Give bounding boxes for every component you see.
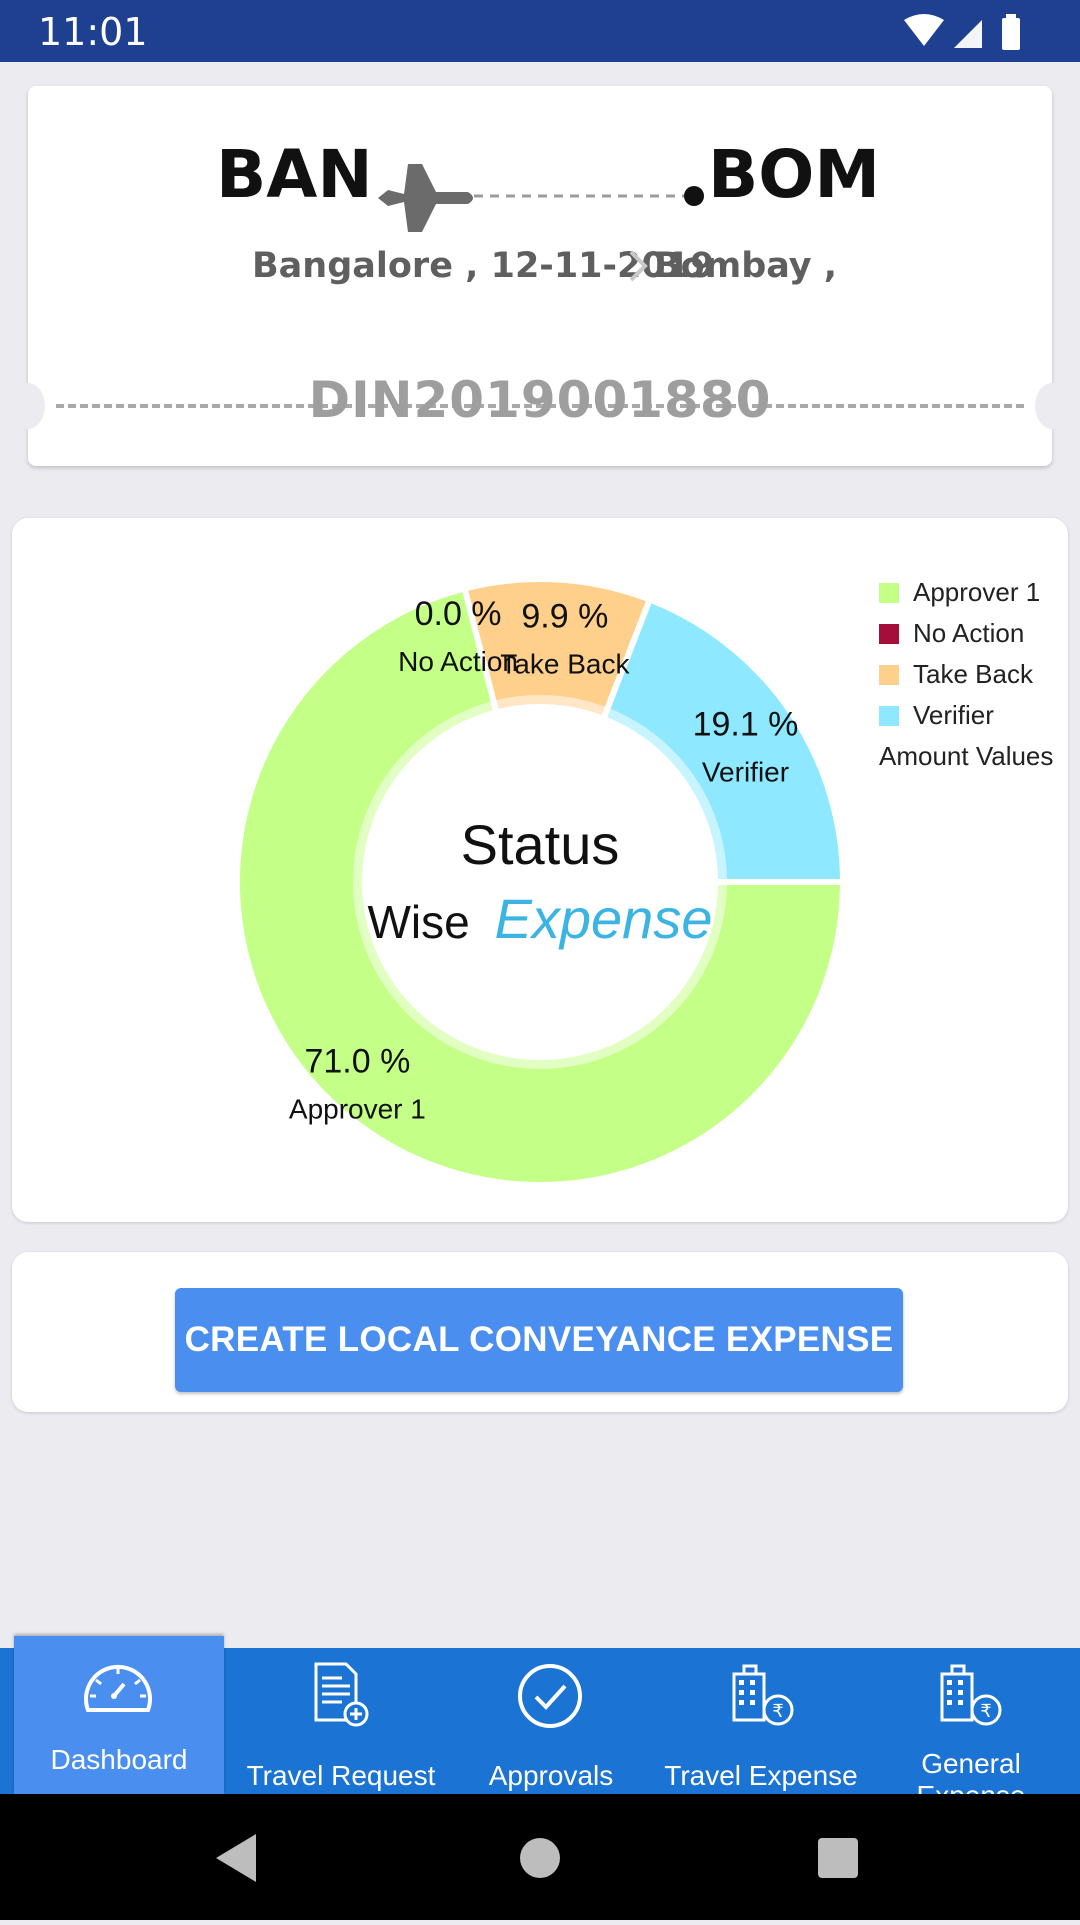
system-navigation-bar: [0, 1794, 1080, 1920]
origin-code: BAN: [216, 136, 373, 213]
nav-label-general-expense: General Expense: [917, 1748, 1026, 1794]
bottom-navigation: Dashboard Travel Request Approvals ₹ Tra…: [0, 1636, 1080, 1794]
chevron-right-icon: [629, 250, 648, 282]
nav-label-approvals: Approvals: [488, 1760, 614, 1791]
nav-label-dashboard: Dashboard: [50, 1744, 188, 1775]
nav-label-travel-request: Travel Request: [246, 1760, 436, 1791]
home-icon[interactable]: [520, 1838, 560, 1878]
nav-item-general-expense[interactable]: ₹ General Expense: [878, 1648, 1064, 1794]
destination-dot: [684, 186, 704, 206]
route-line: [378, 164, 704, 232]
action-card: CREATE LOCAL CONVEYANCE EXPENSE: [12, 1252, 1068, 1412]
status-icons: [904, 14, 1020, 50]
building-rupee-icon: ₹: [940, 1664, 1002, 1726]
trip-ticket-card[interactable]: BAN BOM Bangalore , 12-11-2019 Bombay , …: [11, 86, 1069, 466]
nav-item-approvals[interactable]: Approvals: [458, 1648, 644, 1794]
create-local-conveyance-expense-button[interactable]: CREATE LOCAL CONVEYANCE EXPENSE: [175, 1288, 903, 1392]
slice-label-take-back: Take Back: [500, 648, 630, 679]
donut-inner-ring: [353, 695, 727, 1069]
center-title: Status: [461, 813, 620, 876]
legend-label: No Action: [913, 618, 1025, 648]
recents-icon[interactable]: [818, 1838, 858, 1878]
center-subtitle-accent: Expense: [495, 887, 713, 950]
legend-swatch: [879, 665, 899, 685]
status-bar: 11:01: [0, 0, 1080, 62]
slice-value-verifier: 19.1 %: [693, 705, 799, 743]
destination-detail: Bombay ,: [654, 246, 838, 286]
building-rupee-icon: ₹: [732, 1664, 794, 1726]
status-wise-expense-chart-card: 71.0 % Approver 1 0.0 % No Action 9.9 % Take …: [12, 518, 1068, 1222]
slice-label-approver-1: Approver 1: [289, 1094, 426, 1125]
back-icon[interactable]: [216, 1834, 256, 1882]
route-row: BAN BOM: [28, 136, 1052, 236]
nav-item-dashboard[interactable]: Dashboard: [14, 1636, 224, 1794]
speedometer-icon: [84, 1664, 152, 1712]
check-circle-icon: [518, 1664, 582, 1728]
svg-text:₹: ₹: [772, 1701, 783, 1722]
status-time: 11:01: [38, 10, 148, 54]
slice-label-verifier: Verifier: [702, 756, 789, 787]
battery-icon: [1002, 18, 1020, 50]
svg-text:₹: ₹: [980, 1701, 991, 1722]
nav-label-travel-expense: Travel Expense: [664, 1760, 858, 1791]
destination-code: BOM: [708, 136, 881, 213]
center-subtitle-prefix: Wise: [368, 896, 470, 948]
slice-value-no-action: 0.0 %: [415, 595, 502, 633]
legend-swatch: [879, 706, 899, 726]
nav-item-travel-request[interactable]: Travel Request: [224, 1648, 458, 1794]
document-add-icon: [314, 1662, 369, 1727]
document-number: DIN2019001880: [308, 371, 772, 429]
wifi-icon: [904, 14, 944, 46]
airplane-icon: [378, 164, 473, 232]
nav-item-travel-expense[interactable]: ₹ Travel Expense: [644, 1648, 878, 1794]
legend-swatch: [879, 583, 899, 603]
legend-description: Amount Values: [879, 741, 1054, 771]
slice-value-take-back: 9.9 %: [521, 597, 608, 635]
slice-value-approver-1: 71.0 %: [304, 1043, 410, 1081]
signal-icon: [954, 20, 982, 48]
legend-label: Verifier: [913, 700, 994, 730]
legend-swatch: [879, 624, 899, 644]
legend-label: Take Back: [913, 659, 1033, 689]
legend-label: Approver 1: [913, 577, 1041, 607]
svg-text:Wise Expense: Wise Expense: [368, 887, 713, 950]
donut-chart[interactable]: 71.0 % Approver 1 0.0 % No Action 9.9 % Take …: [12, 518, 1068, 1222]
